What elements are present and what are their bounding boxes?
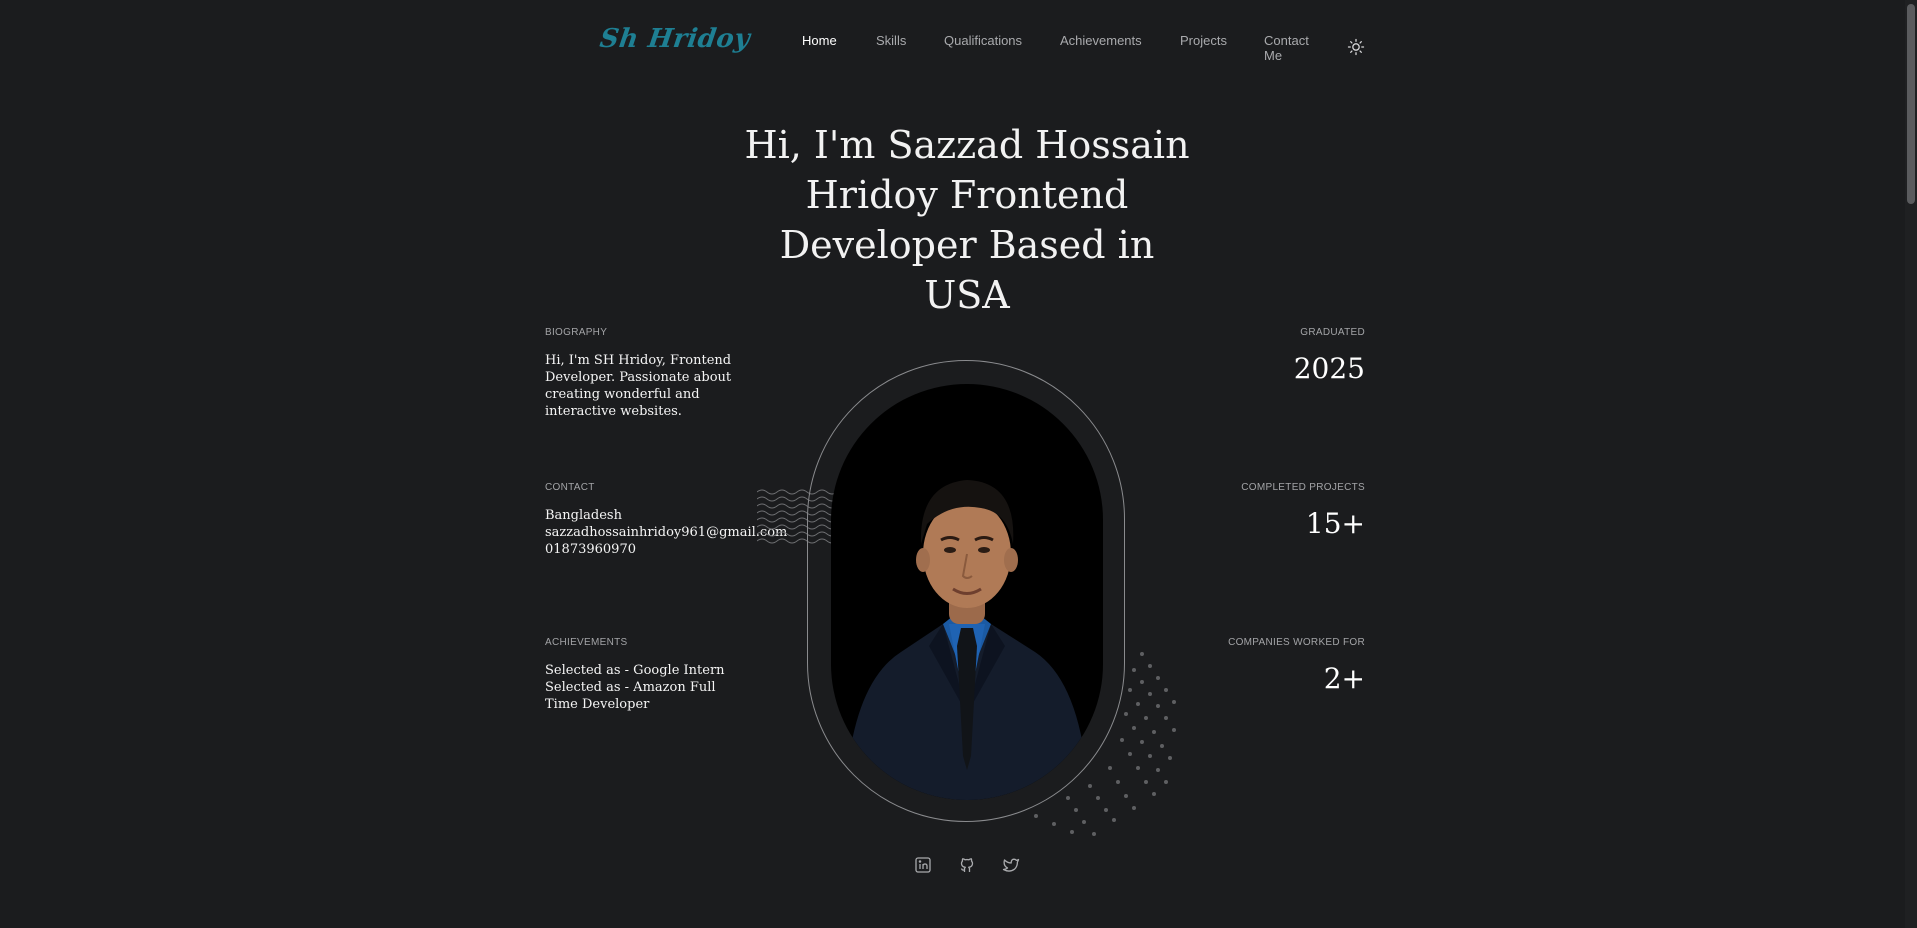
contact-email[interactable]: sazzadhossainhridoy961@gmail.com bbox=[545, 524, 787, 541]
page-scrollbar[interactable] bbox=[1905, 0, 1917, 928]
projects-label: COMPLETED PROJECTS bbox=[1241, 482, 1365, 493]
nav-qualifications[interactable]: Qualifications bbox=[944, 33, 1022, 48]
contact-section: CONTACT Bangladesh sazzadhossainhridoy96… bbox=[545, 482, 787, 558]
graduated-label: GRADUATED bbox=[1300, 327, 1365, 338]
nav-skills[interactable]: Skills bbox=[876, 33, 906, 48]
biography-text: Hi, I'm SH Hridoy, Frontend Developer. P… bbox=[545, 353, 732, 419]
achievements-label: ACHIEVEMENTS bbox=[545, 637, 628, 648]
achievements-section: ACHIEVEMENTS Selected as - Google Intern… bbox=[545, 637, 785, 713]
nav-achievements[interactable]: Achievements bbox=[1060, 33, 1142, 48]
projects-stat: COMPLETED PROJECTS 15+ bbox=[1145, 482, 1365, 540]
contact-details: Bangladesh sazzadhossainhridoy961@gmail.… bbox=[545, 507, 787, 558]
twitter-icon[interactable] bbox=[1002, 856, 1020, 874]
graduated-stat: GRADUATED 2025 bbox=[1145, 327, 1365, 385]
biography-label: BIOGRAPHY bbox=[545, 327, 608, 338]
sun-icon[interactable] bbox=[1347, 38, 1365, 56]
achievements-list: Selected as - Google Intern Selected as … bbox=[545, 662, 745, 713]
contact-country: Bangladesh bbox=[545, 508, 622, 523]
github-icon[interactable] bbox=[958, 856, 976, 874]
site-logo[interactable]: Sh Hridoy bbox=[598, 24, 752, 54]
projects-value: 15+ bbox=[1305, 507, 1365, 540]
achievement-item: Selected as - Google Intern bbox=[545, 663, 725, 678]
contact-phone[interactable]: 01873960970 bbox=[545, 541, 785, 558]
nav-projects[interactable]: Projects bbox=[1180, 33, 1227, 48]
biography-section: BIOGRAPHY Hi, I'm SH Hridoy, Frontend De… bbox=[545, 327, 785, 420]
nav-contact[interactable]: Contact Me bbox=[1264, 33, 1324, 63]
companies-label: COMPANIES WORKED FOR bbox=[1228, 637, 1365, 648]
contact-label: CONTACT bbox=[545, 482, 595, 493]
dot-pattern-decoration bbox=[1034, 652, 1176, 836]
nav-home[interactable]: Home bbox=[802, 33, 837, 48]
hero-title: Hi, I'm Sazzad Hossain Hridoy Frontend D… bbox=[744, 123, 1190, 317]
linkedin-icon[interactable] bbox=[914, 856, 932, 874]
scrollbar-thumb[interactable] bbox=[1907, 4, 1915, 204]
achievement-item: Selected as - Amazon Full Time Developer bbox=[545, 680, 716, 712]
graduated-value: 2025 bbox=[1293, 352, 1365, 385]
